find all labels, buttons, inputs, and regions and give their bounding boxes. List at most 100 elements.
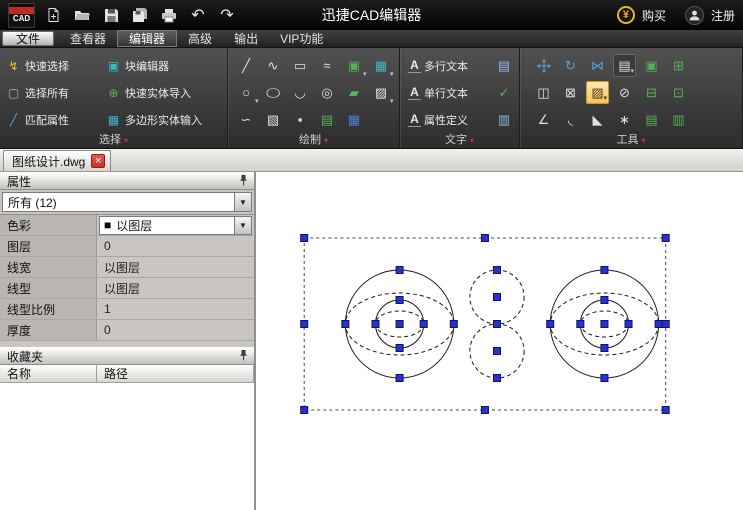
dropdown-caret-icon[interactable]: ▼	[234, 217, 251, 234]
property-value[interactable]: 0	[97, 236, 254, 256]
titlebar-right: ¥ 购买 注册	[617, 6, 735, 25]
ellipse-icon[interactable]: ◯	[260, 83, 287, 102]
property-label: 厚度	[0, 320, 97, 340]
property-value[interactable]: 0	[97, 320, 254, 340]
attribute-define-button[interactable]: 属性定义	[424, 112, 496, 128]
favorites-list-empty[interactable]	[0, 383, 254, 510]
buy-yen-icon[interactable]: ¥	[617, 6, 635, 24]
revision-cloud-icon[interactable]: ∽	[233, 106, 260, 133]
match-properties-button[interactable]: ╱ 匹配属性	[6, 112, 106, 128]
rectangle-icon[interactable]: ▭	[287, 52, 314, 79]
property-value[interactable]: 以图层	[97, 278, 254, 298]
hatch-icon[interactable]: ▧	[260, 106, 287, 133]
open-folder-icon[interactable]	[72, 5, 92, 25]
mtext-button[interactable]: 多行文本	[424, 58, 496, 74]
save-icon[interactable]	[101, 5, 121, 25]
donut-icon[interactable]: ◎	[314, 79, 341, 106]
gradient-icon[interactable]: ▨▾	[368, 79, 395, 106]
block-editor-button[interactable]: ▣ 块编辑器	[106, 58, 228, 74]
property-value[interactable]: 1	[97, 299, 254, 319]
trim-icon[interactable]: ⊘	[611, 79, 638, 106]
paste-block-icon[interactable]: ▣	[638, 52, 665, 79]
block-editor-icon: ▣	[106, 59, 121, 73]
point-icon[interactable]: ▪	[287, 106, 314, 133]
polygon-input-button[interactable]: ▦ 多边形实体输入	[106, 112, 228, 128]
select-all-button[interactable]: ▢ 选择所有	[6, 85, 106, 101]
menu-editor[interactable]: 编辑器	[117, 30, 177, 47]
stext-button[interactable]: 单行文本	[424, 85, 496, 101]
erase-icon[interactable]: ⊠	[557, 79, 584, 106]
properties-filter-dropdown[interactable]: 所有 (12) ▼	[2, 192, 252, 212]
color-swatch-icon: ■	[104, 219, 111, 231]
menu-vip[interactable]: VIP功能	[269, 30, 334, 47]
field-icon[interactable]: ▤	[496, 58, 512, 74]
properties-panel-title: 属性	[7, 173, 238, 190]
spline-icon[interactable]: ≈	[314, 52, 341, 79]
tool-menu-dropdown[interactable]: ▤▾	[613, 54, 636, 77]
property-label: 色彩	[0, 215, 97, 235]
block-insert-icon[interactable]: ▣▾	[341, 52, 368, 79]
copy-block-icon[interactable]: ⊞	[665, 52, 692, 79]
region-icon[interactable]: ▰	[341, 79, 368, 106]
menu-output[interactable]: 输出	[223, 30, 269, 47]
register-person-icon[interactable]	[685, 6, 704, 25]
hatch-tool-selected-icon[interactable]: ▨▾	[586, 81, 609, 104]
move-icon[interactable]	[530, 52, 557, 79]
print-icon[interactable]	[159, 5, 179, 25]
color-dropdown[interactable]: ■ 以图层 ▼	[99, 216, 252, 235]
quick-select-icon: ↯	[6, 59, 21, 73]
image-icon[interactable]: ▤	[314, 106, 341, 133]
tab-close-icon[interactable]: ×	[91, 154, 105, 168]
buy-button[interactable]: 购买	[642, 7, 666, 24]
array-icon[interactable]: ▦▾	[368, 52, 395, 79]
document-tab[interactable]: 图纸设计.dwg ×	[3, 150, 111, 171]
rotate-icon[interactable]: ↻	[557, 52, 584, 79]
mirror-icon[interactable]: ⋈	[584, 52, 611, 79]
group-expand-icon[interactable]: ▾	[641, 136, 645, 145]
undo-icon[interactable]: ↶	[188, 5, 208, 25]
layer-tool-icon[interactable]: ▤	[638, 106, 665, 133]
spellcheck-icon[interactable]: ✓	[496, 85, 512, 101]
drawing-canvas[interactable]	[256, 172, 743, 510]
chamfer-icon[interactable]: ◣	[584, 106, 611, 133]
dropdown-caret-icon[interactable]: ▼	[234, 193, 251, 211]
purge-tool-icon[interactable]: ▥	[665, 106, 692, 133]
menu-file[interactable]: 文件	[2, 31, 54, 46]
arc-icon[interactable]: ◡	[287, 79, 314, 106]
mtext-icon: A	[408, 58, 421, 73]
entity-import-button[interactable]: ⊕ 快速实体导入	[106, 85, 228, 101]
pin-icon[interactable]	[238, 174, 249, 189]
table-icon[interactable]: ▦	[341, 106, 368, 133]
circle-icon[interactable]: ○▾	[233, 79, 260, 106]
edit-text-icon[interactable]: ▥	[496, 112, 512, 128]
stretch-icon[interactable]: ⊟	[638, 79, 665, 106]
document-tab-title: 图纸设计.dwg	[12, 153, 85, 170]
favorites-column-path[interactable]: 路径	[97, 365, 254, 382]
polyline-icon[interactable]: ∿	[260, 52, 287, 79]
scale-icon[interactable]: ⊡	[665, 79, 692, 106]
menu-viewer[interactable]: 查看器	[59, 30, 117, 47]
select-all-icon: ▢	[6, 86, 21, 100]
new-file-icon[interactable]	[43, 5, 63, 25]
redo-icon[interactable]: ↷	[217, 5, 237, 25]
save-all-icon[interactable]	[130, 5, 150, 25]
register-button[interactable]: 注册	[711, 7, 735, 24]
property-row-linetype-scale: 线型比例 1	[0, 299, 254, 320]
menu-advanced[interactable]: 高级	[177, 30, 223, 47]
pin-icon[interactable]	[238, 349, 249, 364]
offset-icon[interactable]: ◫	[530, 79, 557, 106]
quick-select-button[interactable]: ↯ 快速选择	[6, 58, 106, 74]
group-expand-icon[interactable]: ▾	[470, 136, 474, 145]
property-label: 图层	[0, 236, 97, 256]
line-icon[interactable]: ╱	[233, 52, 260, 79]
group-expand-icon[interactable]: ▾	[324, 136, 328, 145]
match-properties-icon: ╱	[6, 113, 21, 127]
favorites-column-name[interactable]: 名称	[0, 365, 97, 382]
property-value-cell: ■ 以图层 ▼	[97, 215, 254, 235]
group-label-draw: 绘制▾	[228, 131, 399, 147]
explode-icon[interactable]: ∗	[611, 106, 638, 133]
property-value[interactable]: 以图层	[97, 257, 254, 277]
measure-icon[interactable]: ∠	[530, 106, 557, 133]
group-expand-icon[interactable]: ▾	[124, 136, 128, 145]
fillet-icon[interactable]: ◟	[557, 106, 584, 133]
